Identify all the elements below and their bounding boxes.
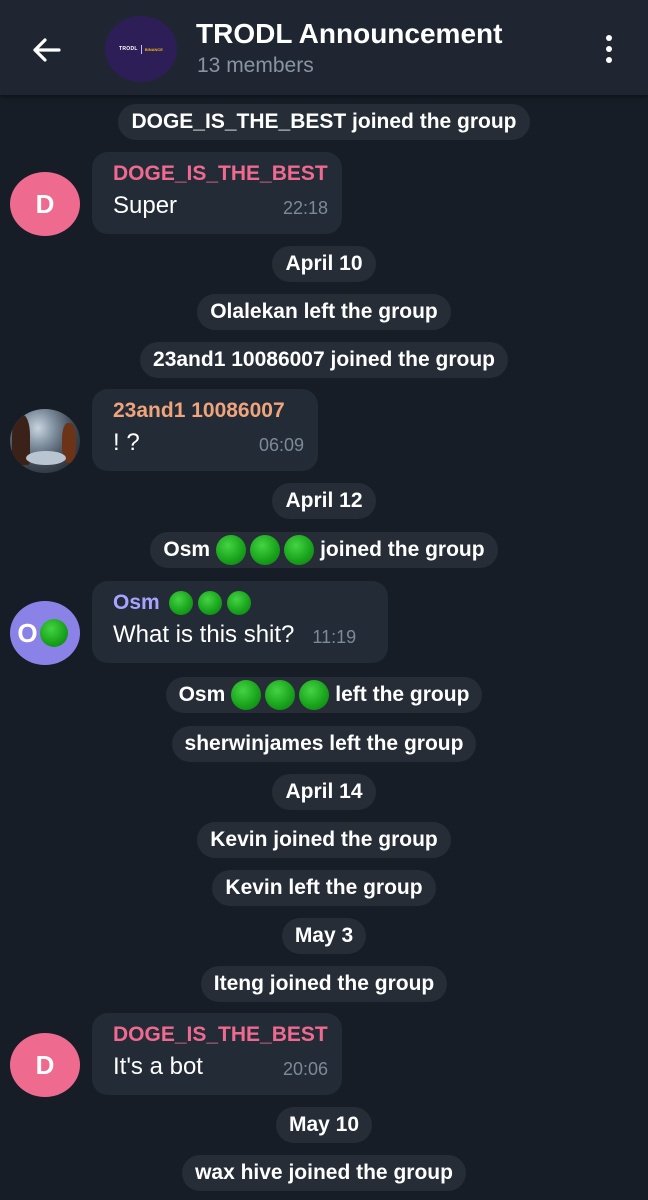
date-text: May 3: [281, 918, 367, 954]
message-bubble[interactable]: DOGE_IS_THE_BEST It's a bot 20:06: [92, 1013, 342, 1095]
service-user-name[interactable]: Osm: [163, 538, 210, 562]
date-text: May 10: [275, 1107, 373, 1143]
service-message: wax hive joined the group: [0, 1155, 648, 1191]
avatar-letter: D: [35, 188, 55, 219]
service-message-text: joined the group: [320, 538, 485, 561]
more-vertical-icon: [606, 46, 612, 52]
sender-name-text: Osm: [113, 591, 160, 614]
service-message: Kevin left the group: [0, 870, 648, 906]
service-message-text: wax hive joined the group: [182, 1155, 466, 1191]
green-circle-emoji: [265, 680, 296, 710]
service-message-text: Iteng joined the group: [200, 966, 448, 1002]
sender-name[interactable]: 23and1 10086007: [113, 399, 304, 423]
sender-name[interactable]: DOGE_IS_THE_BEST: [113, 1023, 328, 1047]
logo-divider: [140, 44, 142, 54]
group-logo: TRODL BINANCE: [119, 44, 163, 54]
message-time: 06:09: [258, 435, 304, 455]
logo-text-left: TRODL: [119, 46, 138, 52]
service-message: sherwinjames left the group: [0, 726, 648, 762]
more-options-button[interactable]: [596, 30, 622, 68]
service-message: DOGE_IS_THE_BEST joined the group: [0, 104, 648, 140]
service-message-text: Kevin joined the group: [197, 822, 451, 858]
message-text: It's a bot: [113, 1053, 203, 1080]
message-time: 11:19: [312, 627, 357, 647]
message-text: ! ?: [113, 429, 140, 456]
green-circle-emoji: [39, 619, 68, 647]
green-circle-emoji: [216, 535, 247, 565]
green-circle-emoji: [226, 591, 251, 615]
service-message: 23and1 10086007 joined the group: [0, 342, 648, 378]
service-message: Olalekan left the group: [0, 294, 648, 330]
arrow-left-icon: [33, 38, 61, 62]
avatar[interactable]: D: [10, 1033, 80, 1097]
service-message-text: 23and1 10086007 joined the group: [140, 342, 508, 378]
service-message-text: DOGE_IS_THE_BEST joined the group: [118, 104, 530, 140]
chat-header: TRODL BINANCE TRODL Announcement 13 memb…: [0, 0, 648, 95]
service-message-text: sherwinjames left the group: [171, 726, 477, 762]
message-time: 22:18: [282, 198, 328, 218]
green-circle-emoji: [197, 591, 222, 615]
service-message-text: Kevin left the group: [212, 870, 436, 906]
message-bubble[interactable]: Osm What is this shit? 11:19: [92, 581, 388, 663]
service-message-text: Olalekan left the group: [197, 294, 451, 330]
service-message: Osm left the group: [0, 677, 648, 713]
date-text: April 12: [272, 483, 376, 519]
service-message: Osm joined the group: [0, 532, 648, 568]
avatar-letter: D: [35, 1049, 55, 1080]
date-separator: May 10: [0, 1107, 648, 1143]
green-circle-emoji: [284, 535, 315, 565]
message-bubble[interactable]: 23and1 10086007 ! ? 06:09: [92, 389, 318, 471]
group-title[interactable]: TRODL Announcement: [196, 18, 502, 50]
date-separator: May 3: [0, 918, 648, 954]
date-text: April 14: [272, 774, 376, 810]
logo-text-right: BINANCE: [144, 46, 163, 52]
avatar[interactable]: O: [10, 601, 80, 665]
message-text: What is this shit?: [113, 621, 295, 648]
photo-detail: [26, 451, 66, 465]
group-avatar[interactable]: TRODL BINANCE: [105, 16, 177, 82]
green-circle-emoji: [299, 680, 330, 710]
message-time: 20:06: [282, 1059, 328, 1079]
date-separator: April 10: [0, 246, 648, 282]
avatar[interactable]: D: [10, 172, 80, 236]
date-separator: April 14: [0, 774, 648, 810]
avatar-photo[interactable]: [10, 409, 80, 473]
sender-name[interactable]: Osm: [113, 591, 374, 615]
service-message: Kevin joined the group: [0, 822, 648, 858]
more-vertical-icon: [606, 57, 612, 63]
date-separator: April 12: [0, 483, 648, 519]
message-bubble[interactable]: DOGE_IS_THE_BEST Super 22:18: [92, 152, 342, 234]
green-circle-emoji: [231, 680, 262, 710]
more-vertical-icon: [606, 35, 612, 41]
member-count: 13 members: [197, 54, 314, 77]
service-message: Iteng joined the group: [0, 966, 648, 1002]
back-button[interactable]: [26, 30, 66, 70]
message-text: Super: [113, 192, 178, 219]
avatar-letter: O: [17, 617, 38, 648]
sender-name[interactable]: DOGE_IS_THE_BEST: [113, 162, 328, 186]
green-circle-emoji: [250, 535, 281, 565]
green-circle-emoji: [168, 591, 193, 615]
service-message-text: left the group: [335, 683, 470, 706]
service-user-name[interactable]: Osm: [179, 683, 226, 707]
date-text: April 10: [272, 246, 376, 282]
